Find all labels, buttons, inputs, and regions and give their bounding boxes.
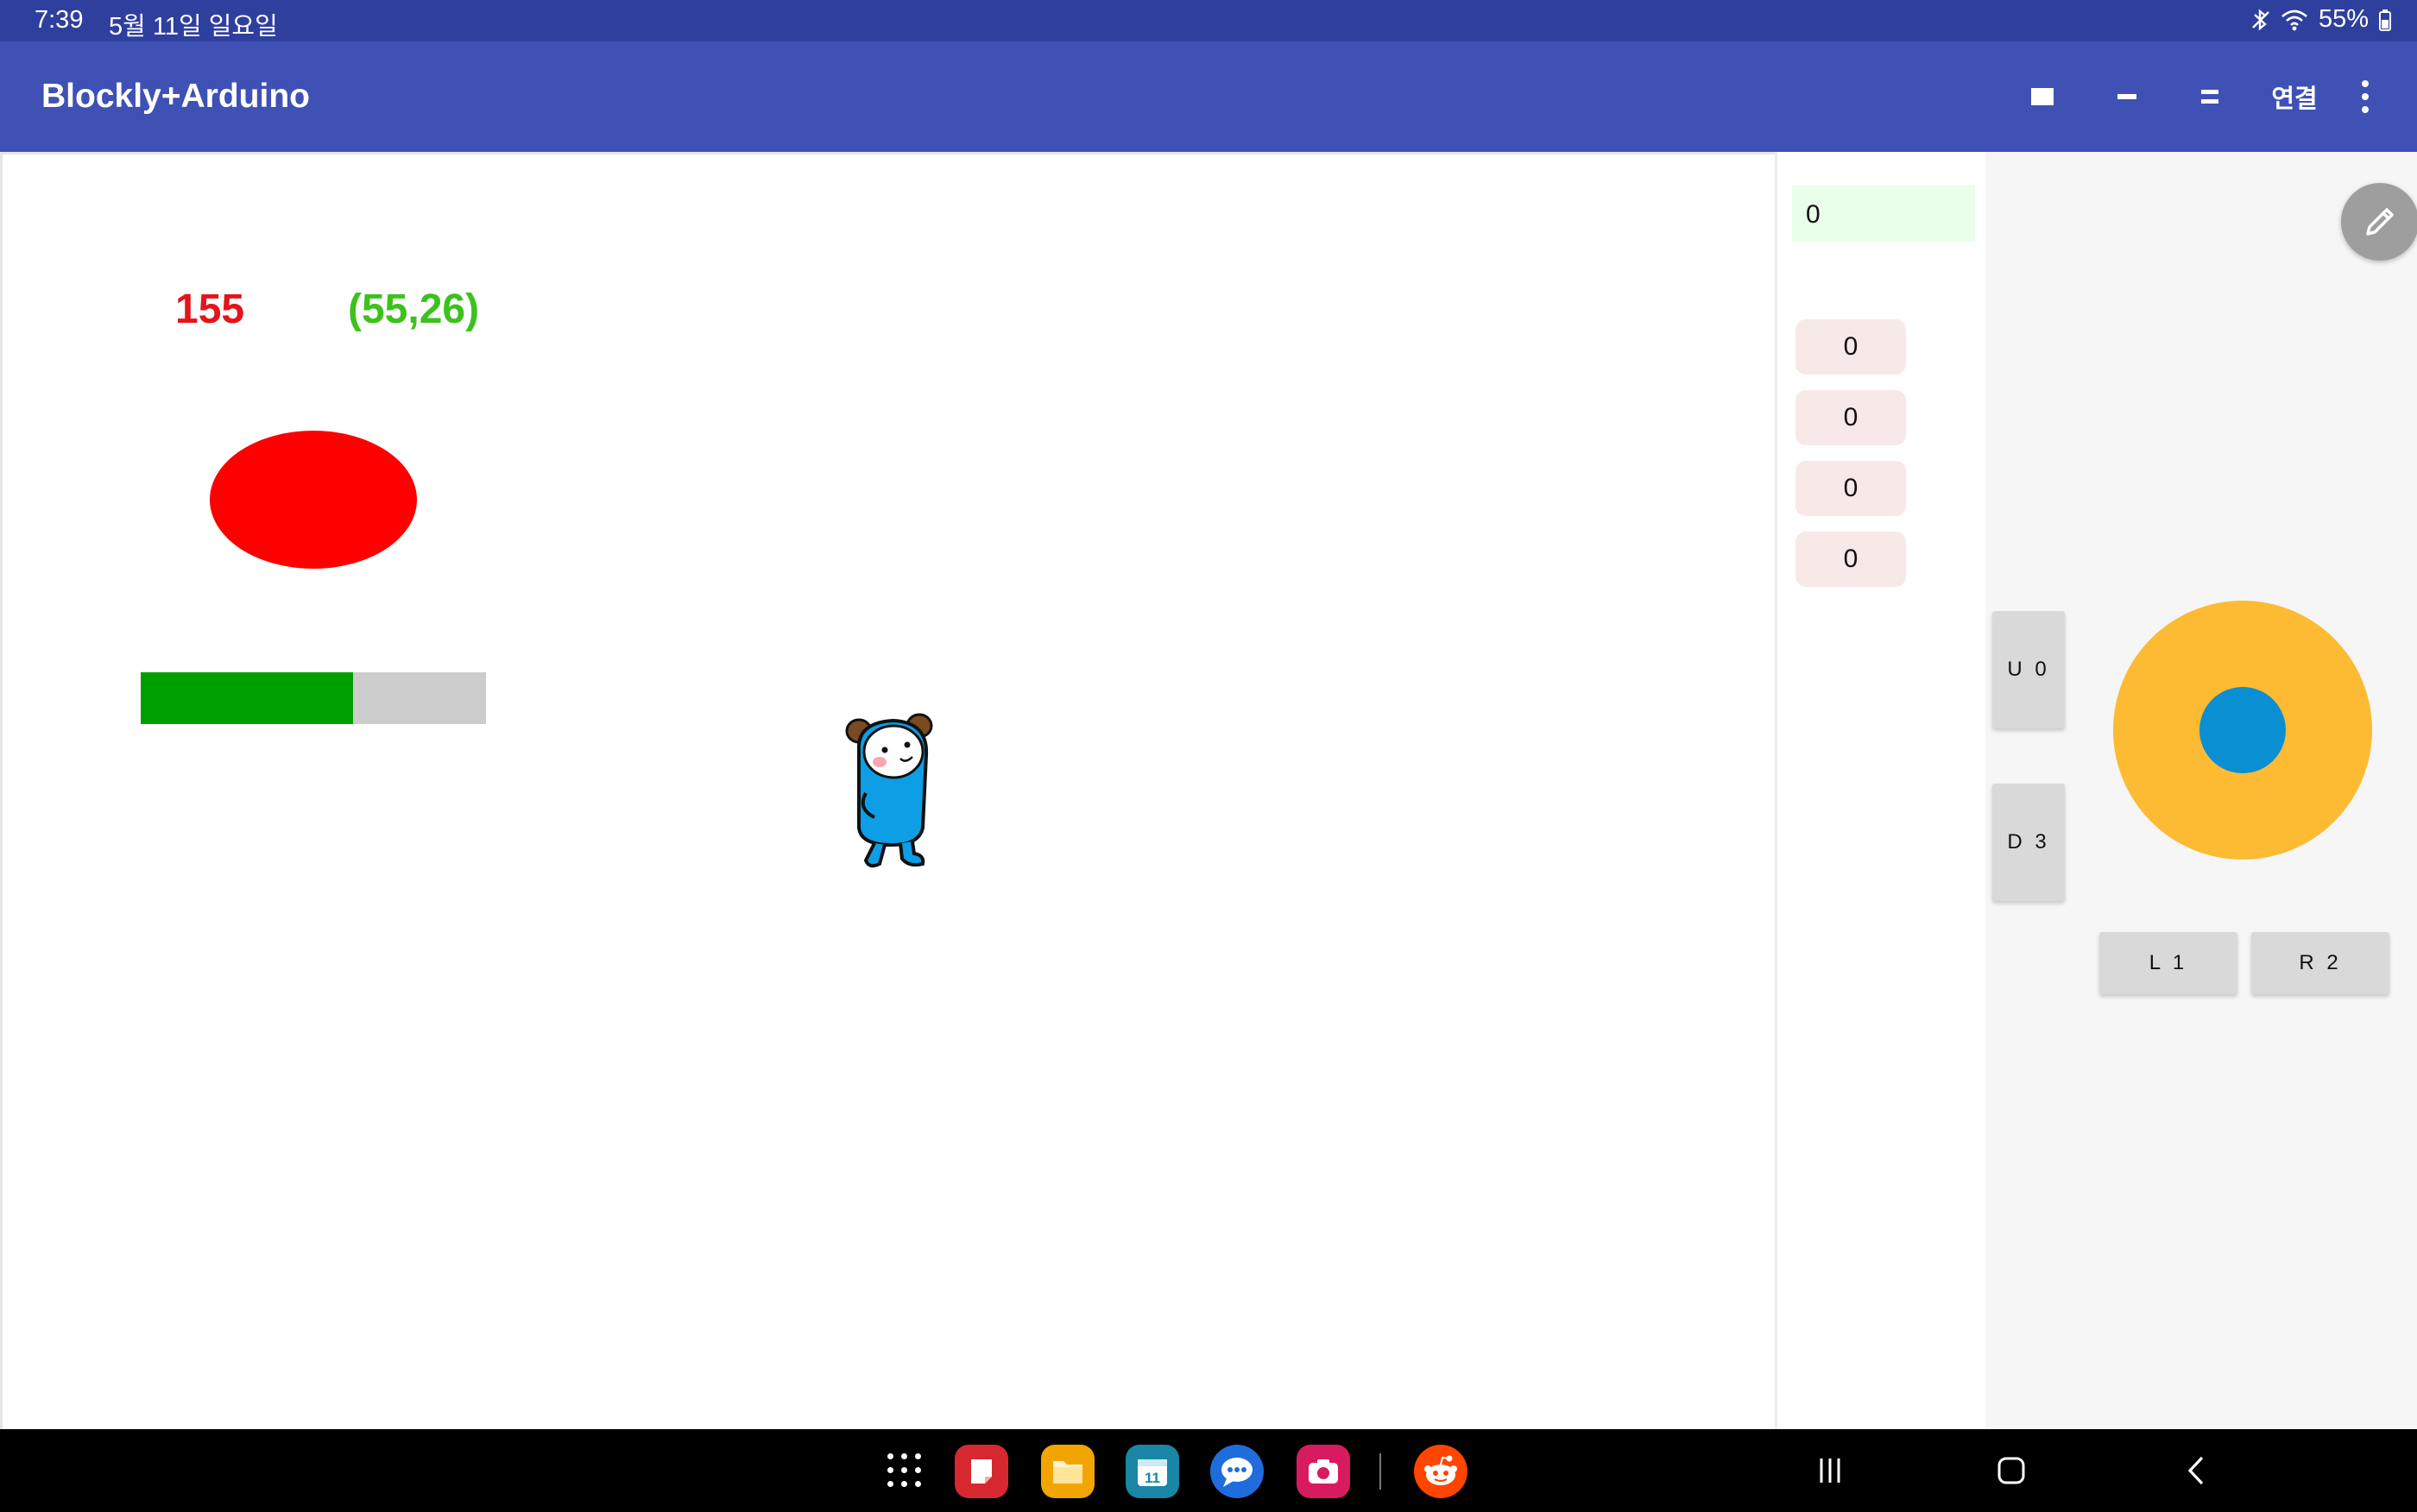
edit-button[interactable]	[2341, 183, 2417, 261]
back-icon[interactable]	[2170, 1446, 2222, 1495]
value-box-2: 0	[1795, 390, 1906, 445]
double-line-button[interactable]	[2187, 41, 2232, 152]
bluetooth-off-icon	[2251, 8, 2270, 31]
left-button[interactable]: L 1	[2099, 932, 2237, 994]
single-line-button[interactable]	[2105, 41, 2149, 152]
stop-button[interactable]	[2020, 41, 2065, 152]
reddit-app-icon[interactable]	[1414, 1445, 1467, 1498]
app-title: Blockly+Arduino	[41, 78, 310, 115]
status-bar: 7:39 5월 11일 일요일 55%	[0, 0, 2417, 41]
stage-canvas[interactable]: 155 (55,26)	[0, 152, 1775, 1429]
up-button[interactable]: U 0	[1992, 611, 2065, 728]
app-bar: Blockly+Arduino 연결	[0, 41, 2417, 152]
apps-grid-icon[interactable]	[882, 1448, 927, 1493]
connect-button[interactable]: 연결	[2258, 41, 2331, 152]
pencil-icon	[2366, 208, 2394, 236]
messages-app-icon[interactable]	[1210, 1445, 1264, 1498]
double-line-icon-bar	[2201, 99, 2218, 104]
right-button[interactable]: R 2	[2251, 932, 2389, 994]
single-line-icon	[2117, 94, 2136, 99]
red-value-label: 155	[175, 287, 245, 332]
battery-icon	[2379, 9, 2391, 31]
notes-app-icon[interactable]	[955, 1445, 1008, 1498]
text-field[interactable]: 0	[1792, 185, 1975, 242]
side-divider	[1775, 152, 1777, 1429]
red-ellipse	[210, 431, 417, 569]
camera-app-icon[interactable]	[1297, 1445, 1350, 1498]
battery-text: 55%	[2318, 5, 2369, 33]
my-files-app-icon[interactable]	[1041, 1445, 1095, 1498]
status-date: 5월 11일 일요일	[109, 13, 278, 41]
blue-bear-sprite[interactable]	[840, 707, 943, 871]
more-vert-icon[interactable]	[2348, 41, 2382, 152]
down-button[interactable]: D 3	[1992, 784, 2065, 901]
green-coordinate-label: (55,26)	[348, 287, 480, 332]
wifi-icon	[2281, 9, 2308, 31]
value-box-3: 0	[1795, 461, 1906, 516]
status-time: 7:39	[35, 6, 84, 34]
home-icon[interactable]	[1985, 1446, 2037, 1495]
progress-bar	[141, 672, 486, 724]
progress-fill	[141, 672, 353, 724]
navigation-bar: 11	[0, 1429, 2417, 1512]
recents-icon[interactable]	[1804, 1446, 1856, 1495]
calendar-app-icon[interactable]: 11	[1126, 1445, 1179, 1498]
calendar-day: 11	[1145, 1470, 1160, 1486]
joystick-knob[interactable]	[2199, 687, 2286, 773]
double-line-icon	[2201, 90, 2218, 94]
joystick[interactable]	[2113, 601, 2372, 860]
value-box-4: 0	[1795, 532, 1906, 587]
value-box-1: 0	[1795, 319, 1906, 375]
stop-icon	[2031, 88, 2054, 105]
screen: 7:39 5월 11일 일요일 55% Blockly+Arduino 연결 1…	[0, 0, 2417, 1512]
status-icons: 55%	[2251, 5, 2391, 34]
dock-separator	[1379, 1453, 1381, 1490]
